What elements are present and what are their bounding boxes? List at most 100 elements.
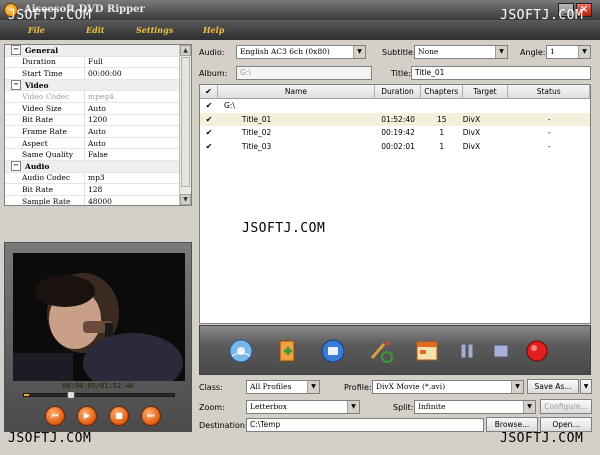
row-checkbox[interactable]: ✔ [200, 113, 218, 127]
header-name[interactable]: Name [218, 85, 376, 98]
property-row[interactable]: Sample Rate 48000 [5, 195, 191, 205]
seek-bar[interactable] [23, 391, 175, 399]
menu-edit[interactable]: Edit [86, 25, 104, 35]
destination-field[interactable]: C:\Temp [246, 418, 484, 432]
album-field[interactable]: G:\ [236, 66, 372, 80]
stop-icon[interactable]: ■ [109, 406, 129, 426]
table-row[interactable]: ✔ Title_03 00:02:01 1 DivX - [200, 140, 590, 154]
browse-button[interactable]: Browse... [486, 417, 538, 432]
property-row[interactable]: Duration Full [5, 56, 191, 69]
open-button[interactable]: Open... [540, 417, 592, 432]
property-group[interactable]: Audio [5, 160, 191, 173]
property-value[interactable]: 48000 [85, 197, 112, 205]
row-checkbox[interactable]: ✔ [200, 140, 218, 154]
watermark-top-left: JSOFTJ.COM [8, 8, 92, 23]
scroll-down-icon[interactable]: ▼ [180, 194, 191, 205]
seek-handle[interactable] [67, 391, 76, 399]
property-key: Frame Rate [5, 126, 85, 137]
audio-label: Audio: [199, 48, 225, 57]
title-label: Title: [391, 69, 411, 78]
property-value[interactable]: 128 [85, 185, 102, 194]
chevron-down-icon[interactable]: ▼ [511, 381, 523, 393]
destination-label: Destination: [199, 421, 248, 430]
angle-select[interactable]: 1 ▼ [546, 45, 591, 59]
row-checkbox[interactable]: ✔ [200, 126, 218, 140]
header-duration[interactable]: Duration [375, 85, 421, 98]
class-label: Class: [199, 383, 223, 392]
pause-icon[interactable] [454, 338, 480, 364]
property-key: Start Time [5, 68, 85, 79]
subtitle-select[interactable]: None ▼ [414, 45, 508, 59]
start-convert-icon[interactable] [524, 338, 550, 364]
load-dvd-icon[interactable] [228, 338, 254, 364]
next-icon[interactable]: ⏭ [141, 406, 161, 426]
property-value[interactable]: 1200 [85, 115, 107, 124]
chevron-down-icon[interactable]: ▼ [523, 401, 535, 413]
properties-panel[interactable]: GeneralDurationFullStart Time00:00:00Vid… [4, 44, 192, 206]
configure-button[interactable]: Configure... [540, 399, 592, 414]
previous-icon[interactable]: ⏮ [45, 406, 65, 426]
load-file-icon[interactable] [274, 338, 300, 364]
property-value[interactable]: 00:00:00 [85, 69, 122, 78]
select-all-checkbox[interactable]: ✔ [204, 87, 213, 96]
edit-effect-icon[interactable] [368, 338, 394, 364]
chevron-down-icon[interactable]: ▼ [353, 46, 365, 58]
save-as-button[interactable]: Save As... [527, 379, 579, 394]
property-row[interactable]: Bit Rate 1200 [5, 114, 191, 127]
profile-select-value: DivX Movie (*.avi) [376, 382, 446, 391]
scroll-thumb[interactable] [181, 57, 190, 187]
property-row[interactable]: Start Time 00:00:00 [5, 68, 191, 80]
property-group[interactable]: General [5, 45, 191, 57]
audio-select[interactable]: English AC3 6ch (0x80) ▼ [236, 45, 366, 59]
property-value[interactable]: Auto [85, 127, 106, 136]
zoom-select[interactable]: Letterbox ▼ [246, 400, 360, 414]
property-row[interactable]: Audio Codec mp3 [5, 172, 191, 185]
checkmark-icon[interactable]: ✔ [204, 115, 213, 124]
split-select[interactable]: Infinite ▼ [414, 400, 536, 414]
table-row-root[interactable]: ✔ G:\ [200, 99, 590, 113]
header-target[interactable]: Target [463, 85, 509, 98]
table-row[interactable]: ✔ Title_01 01:52:40 15 DivX - [200, 112, 590, 127]
chevron-down-icon[interactable]: ▼ [578, 46, 590, 58]
property-value[interactable]: Full [85, 57, 103, 66]
title-field[interactable]: Title_01 [411, 66, 591, 80]
menu-help[interactable]: Help [203, 25, 224, 35]
chevron-down-icon[interactable]: ▼ [307, 381, 319, 393]
property-row[interactable]: Same Quality False [5, 149, 191, 161]
property-row[interactable]: Bit Rate 128 [5, 184, 191, 196]
property-row[interactable]: Video Size Auto [5, 102, 191, 115]
property-row[interactable]: Aspect Auto [5, 137, 191, 150]
property-row[interactable]: Video Codec mpeg4 [5, 91, 191, 103]
property-key: Video Size [5, 102, 85, 114]
property-row[interactable]: Frame Rate Auto [5, 126, 191, 138]
header-status[interactable]: Status [508, 85, 590, 98]
settings-icon[interactable] [320, 338, 346, 364]
class-select[interactable]: All Profiles ▼ [246, 380, 320, 394]
menu-settings[interactable]: Settings [136, 25, 173, 35]
property-value[interactable]: Auto [85, 139, 106, 148]
table-row[interactable]: ✔ Title_02 00:19:42 1 DivX - [200, 126, 590, 140]
profile-select[interactable]: DivX Movie (*.avi) ▼ [372, 380, 524, 394]
video-preview [13, 253, 185, 381]
property-value[interactable]: Auto [85, 104, 106, 113]
title-table[interactable]: ✔ Name Duration Chapters Target Status ✔… [199, 84, 591, 324]
play-icon[interactable]: ▶ [77, 406, 97, 426]
chevron-down-icon[interactable]: ▼ [495, 46, 507, 58]
menu-file[interactable]: File [28, 25, 45, 35]
property-key: Bit Rate [5, 114, 85, 126]
property-group[interactable]: Video [5, 79, 191, 92]
property-value[interactable]: mpeg4 [85, 92, 114, 101]
chevron-down-icon[interactable]: ▼ [347, 401, 359, 413]
checkmark-icon[interactable]: ✔ [204, 128, 213, 137]
preview-panel: 00:04:05/01:52:40 ⏮ ▶ ■ ⏭ [4, 242, 192, 432]
checkmark-icon[interactable]: ✔ [204, 142, 213, 151]
properties-scrollbar[interactable]: ▲ ▼ [179, 45, 191, 205]
header-chapters[interactable]: Chapters [421, 85, 463, 98]
snapshot-icon[interactable] [414, 338, 440, 364]
stop-convert-icon[interactable] [488, 338, 514, 364]
property-value[interactable]: mp3 [85, 173, 105, 182]
property-value[interactable]: False [85, 150, 108, 159]
save-as-dropdown-icon[interactable]: ▼ [580, 379, 592, 394]
scroll-up-icon[interactable]: ▲ [180, 45, 191, 56]
row-checkbox[interactable]: ✔ [205, 101, 214, 110]
